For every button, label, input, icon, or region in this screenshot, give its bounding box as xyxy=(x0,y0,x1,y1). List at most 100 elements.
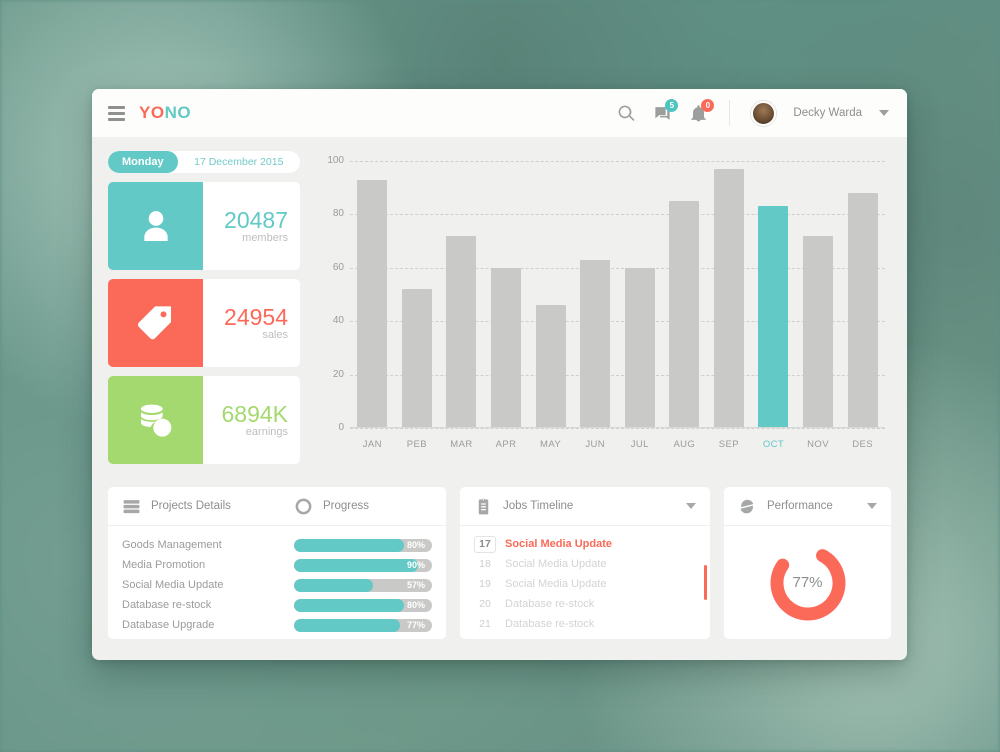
chart-bar[interactable] xyxy=(446,235,477,428)
y-axis-tick: 40 xyxy=(332,315,344,327)
x-axis-label: SEP xyxy=(718,439,740,450)
chart-bar[interactable] xyxy=(713,169,744,428)
jobs-panel-header: Jobs Timeline xyxy=(460,487,710,526)
bell-icon[interactable]: 0 xyxy=(689,98,715,123)
performance-panel-header: Performance xyxy=(724,487,891,526)
chart-bar[interactable] xyxy=(491,267,522,428)
bar-wrapper xyxy=(573,161,618,428)
chart-pie-icon xyxy=(738,497,757,516)
search-icon[interactable] xyxy=(617,104,636,123)
gridline xyxy=(350,428,885,429)
project-row[interactable]: Goods Management 80% xyxy=(122,535,432,555)
project-name: Goods Management xyxy=(122,539,222,551)
date-text: 17 December 2015 xyxy=(194,156,284,168)
logo-part-2: NO xyxy=(164,103,192,122)
y-axis-tick: 60 xyxy=(332,261,344,273)
stat-card-earnings[interactable]: 6894K earnings xyxy=(108,376,300,464)
coins-icon xyxy=(108,376,203,464)
stat-card-members[interactable]: 20487 members xyxy=(108,182,300,270)
x-axis-label: JAN xyxy=(362,439,382,450)
x-axis-label: OCT xyxy=(762,439,785,450)
chart-x-axis: JAN PEB MAR APR MAY JUN JUL AUG SEP OCT NOV DES xyxy=(350,439,885,450)
chevron-down-icon[interactable] xyxy=(686,503,696,509)
project-row[interactable]: Social Media Update 57% xyxy=(122,575,432,595)
x-axis-label: NOV xyxy=(807,439,829,450)
x-axis-label: JUL xyxy=(630,439,649,450)
performance-percent-label: 77% xyxy=(792,574,823,591)
chart-bar[interactable] xyxy=(669,201,700,428)
chart-bar[interactable] xyxy=(758,206,789,428)
stat-label: members xyxy=(242,231,288,244)
bar-wrapper xyxy=(840,161,885,428)
bar-wrapper xyxy=(528,161,573,428)
x-axis-label: MAR xyxy=(450,439,473,450)
project-name: Database re-stock xyxy=(122,599,212,611)
job-name: Database re-stock xyxy=(505,598,595,610)
job-number: 18 xyxy=(479,558,491,570)
job-number: 17 xyxy=(474,535,496,553)
app-logo[interactable]: YONO xyxy=(139,103,191,123)
project-row[interactable]: Media Promotion 90% xyxy=(122,555,432,575)
stat-card-sales[interactable]: 24954 sales xyxy=(108,279,300,367)
progress-percent: 80% xyxy=(406,539,425,550)
user-icon xyxy=(108,182,203,270)
job-row[interactable]: 18 Social Media Update xyxy=(474,554,710,574)
progress-column-title: Progress xyxy=(323,500,370,512)
chevron-down-icon[interactable] xyxy=(879,110,889,116)
stat-label: sales xyxy=(262,328,288,341)
project-name: Social Media Update xyxy=(122,579,224,591)
chart-bar[interactable] xyxy=(803,235,834,428)
jobs-scrollbar[interactable] xyxy=(704,565,707,600)
chart-bar[interactable] xyxy=(357,179,388,428)
job-row[interactable]: 19 Social Media Update xyxy=(474,574,710,594)
project-row[interactable]: Database re-stock 80% xyxy=(122,595,432,615)
progress-percent: 90% xyxy=(406,559,425,570)
bar-wrapper xyxy=(350,161,395,428)
x-axis-label: DES xyxy=(852,439,874,450)
project-row[interactable]: Database Upgrade 77% xyxy=(122,615,432,635)
performance-panel-title: Performance xyxy=(767,500,833,512)
chart-bar[interactable] xyxy=(535,305,566,428)
chart-bar[interactable] xyxy=(624,267,655,428)
job-number: 19 xyxy=(479,578,491,590)
y-axis-tick: 0 xyxy=(338,422,344,433)
bar-wrapper xyxy=(484,161,529,428)
date-selector[interactable]: Monday 17 December 2015 xyxy=(108,151,300,173)
jobs-panel-title: Jobs Timeline xyxy=(503,500,574,512)
job-row[interactable]: 20 Database re-stock xyxy=(474,594,710,614)
top-bar-actions: 5 0 Decky Warda xyxy=(617,98,889,126)
chevron-down-icon[interactable] xyxy=(867,503,877,509)
progress-track: 90% xyxy=(294,558,432,572)
chart-bar[interactable] xyxy=(847,193,878,428)
job-name: Social Media Update xyxy=(505,558,607,570)
stat-value: 20487 xyxy=(224,207,288,234)
performance-panel: Performance 77% xyxy=(724,487,891,639)
top-row: Monday 17 December 2015 20487 members 24… xyxy=(108,151,891,473)
y-axis-tick: 100 xyxy=(327,155,344,166)
avatar[interactable] xyxy=(751,100,777,126)
progress-fill xyxy=(294,538,405,552)
chart-bar[interactable] xyxy=(401,289,432,428)
stats-column: Monday 17 December 2015 20487 members 24… xyxy=(108,151,300,473)
user-name: Decky Warda xyxy=(793,107,862,119)
project-name: Media Promotion xyxy=(122,559,206,571)
progress-fill xyxy=(294,598,405,612)
chart-bar[interactable] xyxy=(580,259,611,428)
progress-percent: 77% xyxy=(406,619,425,630)
job-row[interactable]: 17 Social Media Update xyxy=(474,534,710,554)
y-axis-tick: 80 xyxy=(332,208,344,220)
performance-donut: 77% xyxy=(768,543,848,623)
circle-icon xyxy=(294,497,313,516)
progress-track: 80% xyxy=(294,538,432,552)
x-axis-label: MAY xyxy=(540,439,562,450)
project-name: Database Upgrade xyxy=(122,619,215,631)
job-number: 20 xyxy=(479,598,491,610)
job-number: 21 xyxy=(479,618,491,630)
hamburger-icon[interactable] xyxy=(108,105,125,121)
list-icon xyxy=(122,497,141,516)
projects-panel-header: Projects Details Progress xyxy=(108,487,446,526)
job-row[interactable]: 21 Database re-stock xyxy=(474,614,710,634)
messages-badge: 5 xyxy=(665,98,679,112)
x-axis-label: JUN xyxy=(585,439,606,450)
message-icon[interactable]: 5 xyxy=(653,98,679,123)
